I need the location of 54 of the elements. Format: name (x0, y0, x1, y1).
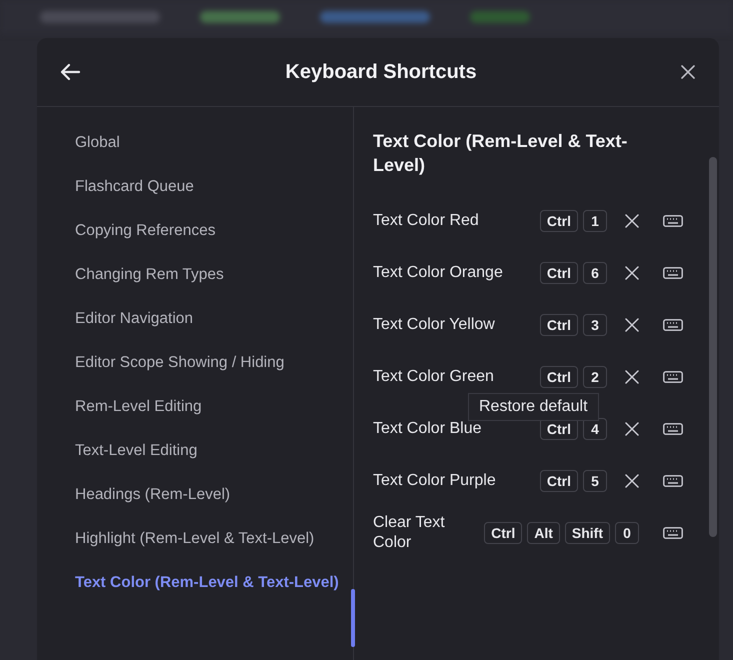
keyboard-icon[interactable] (663, 215, 683, 227)
keyboard-icon[interactable] (663, 527, 683, 539)
key-cap: Ctrl (540, 470, 578, 492)
key-cap: 2 (583, 366, 607, 388)
back-arrow-icon[interactable] (59, 63, 81, 81)
key-cap: 6 (583, 262, 607, 284)
sidebar-item[interactable]: Rem-Level Editing (75, 385, 353, 429)
key-cap: Alt (527, 522, 560, 544)
reset-x-icon[interactable] (625, 318, 639, 332)
keyboard-icon[interactable] (663, 319, 683, 331)
tooltip: Restore default (468, 393, 599, 421)
reset-x-icon[interactable] (625, 266, 639, 280)
shortcut-name: Text Color Red (373, 211, 480, 231)
key-cap: 3 (583, 314, 607, 336)
scrollbar-thumb[interactable] (709, 157, 717, 537)
reset-x-icon[interactable] (625, 474, 639, 488)
keyboard-icon[interactable] (663, 371, 683, 383)
sidebar-item[interactable]: Text Color (Rem-Level & Text-Level) (75, 561, 353, 605)
shortcut-name: Text Color Orange (373, 263, 504, 283)
key-cap: 0 (615, 522, 639, 544)
shortcut-name: Text Color Yellow (373, 315, 496, 335)
key-cap: Ctrl (540, 366, 578, 388)
shortcut-name: Text Color Blue (373, 419, 482, 439)
sidebar-item[interactable]: Changing Rem Types (75, 253, 353, 297)
key-cap: Ctrl (540, 262, 578, 284)
sidebar-item[interactable]: Global (75, 121, 353, 165)
key-cap: 5 (583, 470, 607, 492)
shortcut-name: Text Color Green (373, 367, 495, 387)
reset-x-icon[interactable] (625, 214, 639, 228)
dialog-title: Keyboard Shortcuts (285, 60, 477, 84)
key-cap: Ctrl (540, 314, 578, 336)
keyboard-icon[interactable] (663, 423, 683, 435)
shortcut-name: Clear Text Color (373, 513, 446, 553)
key-cap: Shift (564, 522, 610, 544)
key-cap: 1 (583, 210, 607, 232)
close-icon[interactable] (681, 65, 695, 79)
key-cap: Ctrl (540, 418, 578, 440)
keyboard-icon[interactable] (663, 267, 683, 279)
key-cap: Ctrl (484, 522, 522, 544)
section-title: Text Color (Rem-Level & Text-Level) (373, 130, 628, 177)
sidebar-item[interactable]: Copying References (75, 209, 353, 253)
scroll-indicator (351, 589, 355, 647)
sidebar-item[interactable]: Highlight (Rem-Level & Text-Level) (75, 517, 353, 561)
shortcut-name: Text Color Purple (373, 471, 497, 491)
reset-x-icon[interactable] (625, 422, 639, 436)
keyboard-icon[interactable] (663, 475, 683, 487)
sidebar-item[interactable]: Text-Level Editing (75, 429, 353, 473)
key-cap: Ctrl (540, 210, 578, 232)
sidebar-item[interactable]: Headings (Rem-Level) (75, 473, 353, 517)
reset-x-icon[interactable] (625, 370, 639, 384)
key-cap: 4 (583, 418, 607, 440)
sidebar-item[interactable]: Flashcard Queue (75, 165, 353, 209)
sidebar-item[interactable]: Editor Scope Showing / Hiding (75, 341, 353, 385)
sidebar-item[interactable]: Editor Navigation (75, 297, 353, 341)
